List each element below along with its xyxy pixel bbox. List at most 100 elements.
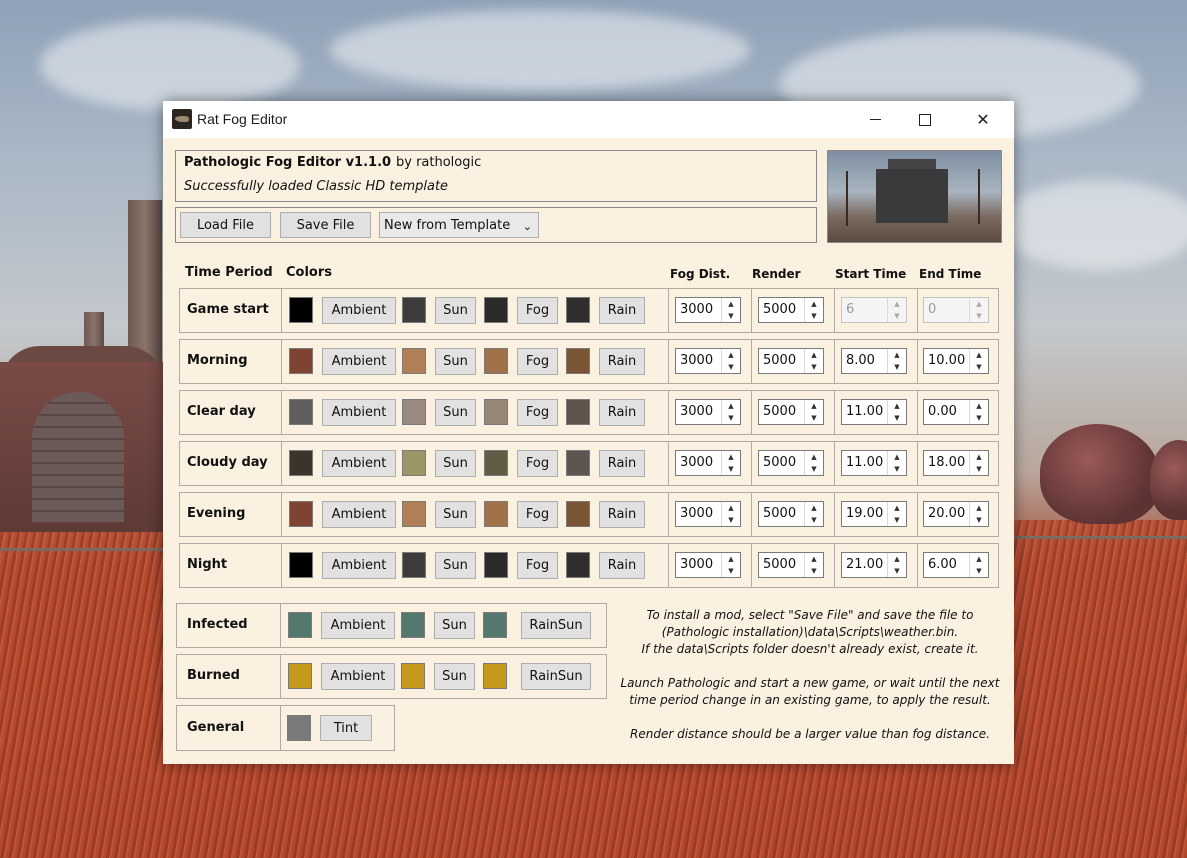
fog-color-swatch[interactable] [484,450,508,476]
spin-up-icon[interactable]: ▲ [805,400,823,412]
fog-dist-spinner[interactable]: 3000 ▲ ▼ [675,399,741,425]
sun-button[interactable]: Sun [435,399,476,426]
sun-color-swatch[interactable] [402,399,426,425]
spin-up-icon[interactable]: ▲ [970,400,988,412]
ambient-button[interactable]: Ambient [322,297,396,324]
spin-up-icon[interactable]: ▲ [888,349,906,361]
rain-color-swatch[interactable] [566,501,590,527]
fog-dist-spinner[interactable]: 3000 ▲ ▼ [675,297,741,323]
sun-button[interactable]: Sun [434,663,475,690]
rain-button[interactable]: Rain [599,501,645,528]
ambient-button[interactable]: Ambient [322,399,396,426]
spin-down-icon[interactable]: ▼ [888,565,906,577]
spin-up-icon[interactable]: ▲ [722,349,740,361]
maximize-button[interactable] [902,101,948,138]
start-time-spinner[interactable]: 21.00 ▲ ▼ [841,552,907,578]
rain-button[interactable]: Rain [599,552,645,579]
tint-button[interactable]: Tint [320,715,372,741]
fog-dist-spinner[interactable]: 3000 ▲ ▼ [675,501,741,527]
spin-up-icon[interactable]: ▲ [722,451,740,463]
render-spinner[interactable]: 5000 ▲ ▼ [758,552,824,578]
fog-button[interactable]: Fog [517,348,558,375]
start-time-spinner[interactable]: 11.00 ▲ ▼ [841,450,907,476]
spin-down-icon[interactable]: ▼ [970,310,988,322]
fog-button[interactable]: Fog [517,450,558,477]
end-time-spinner[interactable]: 18.00 ▲ ▼ [923,450,989,476]
spin-up-icon[interactable]: ▲ [722,298,740,310]
sun-button[interactable]: Sun [435,501,476,528]
rain-button[interactable]: Rain [599,297,645,324]
template-select[interactable]: New from Template ⌄ [379,212,539,238]
rain-button[interactable]: Rain [599,450,645,477]
spin-down-icon[interactable]: ▼ [888,463,906,475]
rain-color-swatch[interactable] [566,348,590,374]
spin-down-icon[interactable]: ▼ [722,565,740,577]
spin-down-icon[interactable]: ▼ [888,514,906,526]
spin-up-icon[interactable]: ▲ [888,298,906,310]
sun-button[interactable]: Sun [434,612,475,639]
sun-color-swatch[interactable] [401,612,425,638]
end-time-spinner[interactable]: 0 ▲ ▼ [923,297,989,323]
title-bar[interactable]: Rat Fog Editor ✕ [163,101,1014,138]
ambient-button[interactable]: Ambient [322,552,396,579]
sun-color-swatch[interactable] [402,450,426,476]
ambient-color-swatch[interactable] [289,450,313,476]
spin-down-icon[interactable]: ▼ [970,565,988,577]
ambient-color-swatch[interactable] [288,663,312,689]
sun-button[interactable]: Sun [435,450,476,477]
spin-up-icon[interactable]: ▲ [970,451,988,463]
spin-up-icon[interactable]: ▲ [722,553,740,565]
spin-down-icon[interactable]: ▼ [970,514,988,526]
rain-color-swatch[interactable] [566,552,590,578]
end-time-spinner[interactable]: 20.00 ▲ ▼ [923,501,989,527]
spin-down-icon[interactable]: ▼ [722,463,740,475]
start-time-spinner[interactable]: 6 ▲ ▼ [841,297,907,323]
ambient-color-swatch[interactable] [289,552,313,578]
render-spinner[interactable]: 5000 ▲ ▼ [758,297,824,323]
start-time-spinner[interactable]: 11.00 ▲ ▼ [841,399,907,425]
rain-button[interactable]: Rain [599,399,645,426]
ambient-color-swatch[interactable] [288,612,312,638]
spin-up-icon[interactable]: ▲ [722,400,740,412]
rain-button[interactable]: Rain [599,348,645,375]
spin-down-icon[interactable]: ▼ [805,361,823,373]
spin-down-icon[interactable]: ▼ [805,565,823,577]
ambient-color-swatch[interactable] [289,297,313,323]
spin-up-icon[interactable]: ▲ [888,553,906,565]
load-file-button[interactable]: Load File [180,212,271,238]
sun-color-swatch[interactable] [402,297,426,323]
spin-up-icon[interactable]: ▲ [888,400,906,412]
sun-color-swatch[interactable] [402,348,426,374]
fog-color-swatch[interactable] [484,297,508,323]
fog-dist-spinner[interactable]: 3000 ▲ ▼ [675,450,741,476]
tint-color-swatch[interactable] [287,715,311,741]
ambient-button[interactable]: Ambient [322,450,396,477]
spin-up-icon[interactable]: ▲ [970,553,988,565]
rainsun-button[interactable]: RainSun [521,663,591,690]
rainsun-color-swatch[interactable] [483,612,507,638]
ambient-color-swatch[interactable] [289,348,313,374]
fog-button[interactable]: Fog [517,297,558,324]
fog-button[interactable]: Fog [517,501,558,528]
spin-down-icon[interactable]: ▼ [722,361,740,373]
ambient-color-swatch[interactable] [289,399,313,425]
spin-up-icon[interactable]: ▲ [805,553,823,565]
spin-up-icon[interactable]: ▲ [722,502,740,514]
render-spinner[interactable]: 5000 ▲ ▼ [758,399,824,425]
end-time-spinner[interactable]: 10.00 ▲ ▼ [923,348,989,374]
sun-color-swatch[interactable] [401,663,425,689]
spin-down-icon[interactable]: ▼ [722,310,740,322]
spin-up-icon[interactable]: ▲ [970,502,988,514]
render-spinner[interactable]: 5000 ▲ ▼ [758,501,824,527]
save-file-button[interactable]: Save File [280,212,371,238]
spin-up-icon[interactable]: ▲ [805,349,823,361]
spin-down-icon[interactable]: ▼ [888,310,906,322]
spin-down-icon[interactable]: ▼ [888,412,906,424]
render-spinner[interactable]: 5000 ▲ ▼ [758,348,824,374]
spin-down-icon[interactable]: ▼ [970,361,988,373]
ambient-button[interactable]: Ambient [321,663,395,690]
rain-color-swatch[interactable] [566,399,590,425]
ambient-color-swatch[interactable] [289,501,313,527]
close-button[interactable]: ✕ [960,101,1006,138]
spin-down-icon[interactable]: ▼ [970,412,988,424]
